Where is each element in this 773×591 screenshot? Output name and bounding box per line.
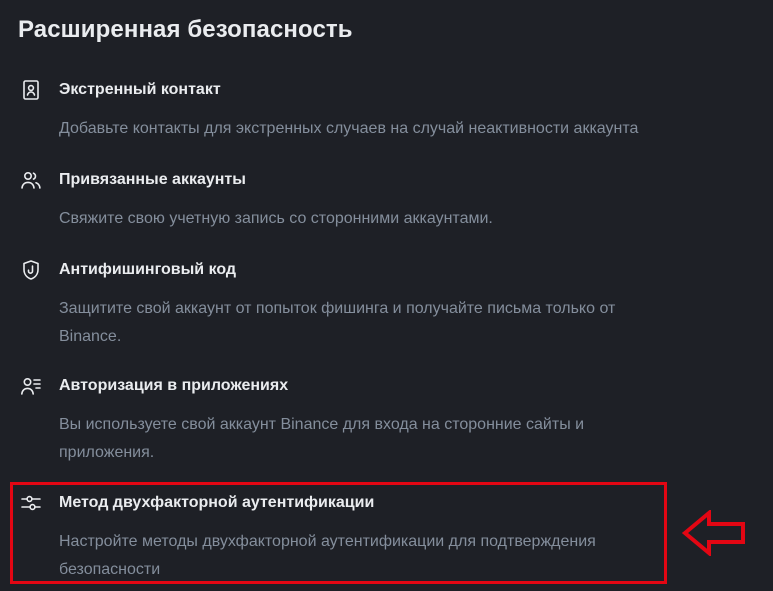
linked-accounts-icon [20, 169, 42, 191]
item-title: Экстренный контакт [59, 81, 221, 98]
item-description: Свяжите свою учетную запись со сторонним… [59, 210, 493, 227]
page-title: Расширенная безопасность [18, 16, 353, 43]
app-authorization-icon [20, 375, 42, 397]
item-description: Защитите свой аккаунт от попыток фишинга… [59, 300, 616, 345]
anti-phishing-shield-icon [20, 259, 42, 281]
item-title: Авторизация в приложениях [59, 377, 289, 394]
left-arrow-icon [682, 510, 745, 556]
item-title: Привязанные аккаунты [59, 171, 246, 188]
emergency-contact-icon [20, 79, 42, 101]
item-title: Антифишинговый код [59, 261, 237, 278]
item-description: Вы используете свой аккаунт Binance для … [59, 416, 585, 461]
highlight-box [10, 482, 667, 584]
item-description: Добавьте контакты для экстренных случаев… [59, 120, 639, 137]
